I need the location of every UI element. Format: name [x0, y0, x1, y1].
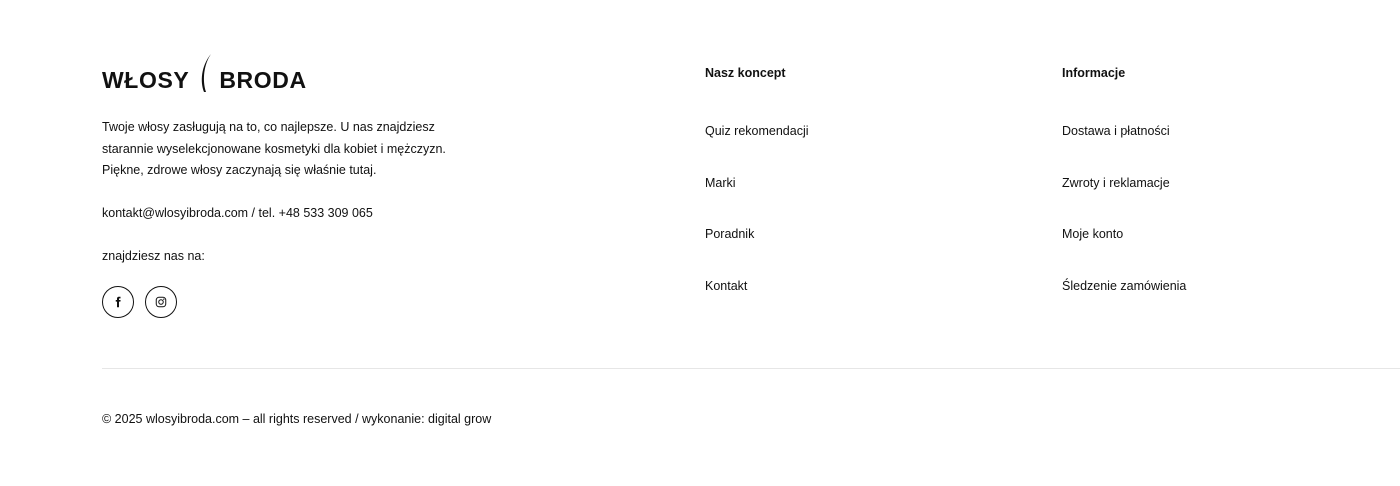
- footer-divider: [102, 368, 1400, 369]
- contact-info: kontakt@wlosyibroda.com / tel. +48 533 3…: [102, 206, 373, 220]
- find-us-label: znajdziesz nas na:: [102, 249, 205, 263]
- footer-link-account[interactable]: Moje konto: [1062, 224, 1186, 244]
- facebook-icon: [115, 296, 121, 308]
- site-footer: WŁOSY BRODA Twoje włosy zasługują na to,…: [0, 0, 1400, 486]
- footer-link-quiz[interactable]: Quiz rekomendacji: [705, 121, 809, 141]
- logo-text-left: WŁOSY: [102, 67, 190, 93]
- column-title: Nasz koncept: [705, 66, 786, 80]
- about-line: Piękne, zdrowe włosy zaczynają się właśn…: [102, 163, 377, 177]
- logo-text-right: BRODA: [219, 67, 307, 93]
- column-title: Informacje: [1062, 66, 1126, 80]
- footer-link-delivery[interactable]: Dostawa i płatności: [1062, 121, 1186, 141]
- about-text: Twoje włosy zasługują na to, co najlepsz…: [102, 117, 462, 182]
- footer-link-contact[interactable]: Kontakt: [705, 276, 809, 296]
- footer-link-guide[interactable]: Poradnik: [705, 224, 809, 244]
- instagram-link[interactable]: [145, 286, 177, 318]
- footer-column-info: Informacje Dostawa i płatności Zwroty i …: [1062, 63, 1186, 328]
- footer-link-tracking[interactable]: Śledzenie zamówienia: [1062, 276, 1186, 296]
- social-links: [102, 286, 177, 318]
- link-list: Dostawa i płatności Zwroty i reklamacje …: [1062, 121, 1186, 296]
- about-line: Twoje włosy zasługują na to, co najlepsz…: [102, 120, 435, 134]
- instagram-icon: [155, 296, 167, 308]
- footer-link-returns[interactable]: Zwroty i reklamacje: [1062, 173, 1186, 193]
- copyright-text: © 2025 wlosyibroda.com – all rights rese…: [102, 412, 492, 426]
- footer-column-concept: Nasz koncept Quiz rekomendacji Marki Por…: [705, 63, 809, 328]
- link-list: Quiz rekomendacji Marki Poradnik Kontakt: [705, 121, 809, 296]
- footer-link-brands[interactable]: Marki: [705, 173, 809, 193]
- hair-strand-icon: [202, 54, 212, 92]
- brand-logo[interactable]: WŁOSY BRODA: [102, 52, 307, 94]
- about-line: starannie wyselekcjonowane kosmetyki dla…: [102, 141, 446, 156]
- facebook-link[interactable]: [102, 286, 134, 318]
